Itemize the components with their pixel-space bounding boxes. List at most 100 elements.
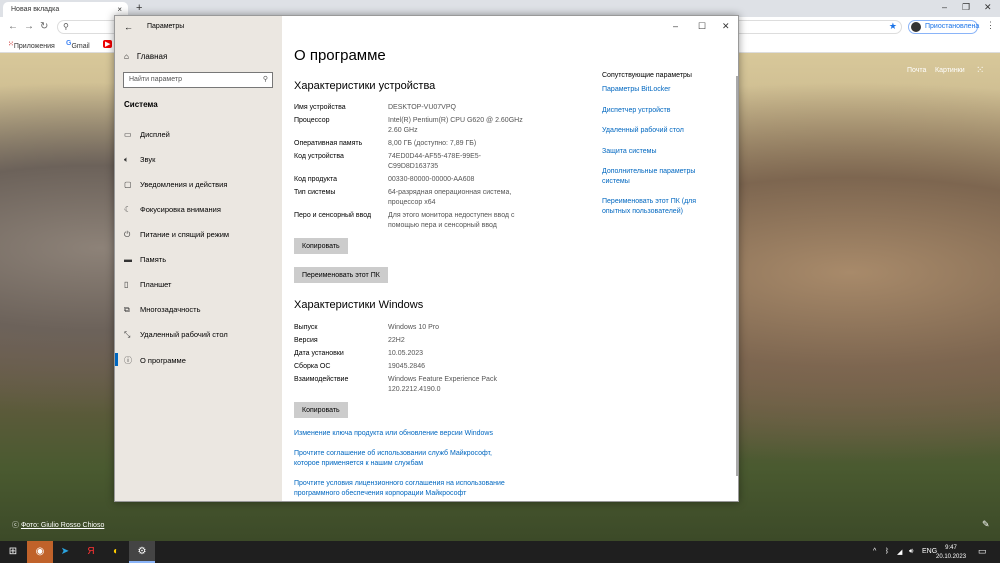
advanced-system-settings-link[interactable]: Дополнительные параметры системы (602, 167, 707, 187)
sidebar-item-storage[interactable]: ▬ Память (115, 250, 282, 270)
spec-key: Перо и сенсорный ввод (294, 212, 372, 219)
youtube-icon[interactable]: ▶ (103, 40, 113, 48)
device-specs-heading: Характеристики устройства (294, 80, 436, 92)
minimize-browser-button[interactable]: – (942, 2, 947, 12)
yandex-music-icon[interactable]: ◐ (103, 541, 129, 563)
sidebar-item-label: Многозадачность (140, 305, 201, 314)
photo-credit-text: Фото: Giulio Rosso Chioso (20, 522, 105, 529)
bookmark-label: Gmail (71, 43, 90, 50)
rename-pc-advanced-link[interactable]: Переименовать этот ПК (для опытных польз… (602, 197, 707, 217)
restore-browser-button[interactable]: ❐ (962, 2, 970, 13)
start-windows-icon[interactable]: ⊞ (0, 541, 26, 563)
google-apps-icon[interactable]: ⁙ (976, 65, 984, 76)
change-product-key-link[interactable]: Изменение ключа продукта или обновление … (294, 429, 534, 439)
forward-icon[interactable]: → (24, 21, 34, 32)
reload-icon[interactable]: ↻ (40, 21, 48, 32)
info-icon: ⓘ (124, 356, 132, 365)
sidebar-item-notifications[interactable]: ▢ Уведомления и действия (115, 175, 282, 195)
sound-icon: 🔈︎ (124, 155, 129, 164)
display-icon: ▭ (124, 130, 132, 139)
sidebar-item-display[interactable]: ▭ Дисплей (115, 125, 282, 145)
profile-label: Приостановлена (925, 23, 980, 30)
rename-pc-button[interactable]: Переименовать этот ПК (294, 267, 388, 283)
copy-windows-specs-button[interactable]: Копировать (294, 402, 348, 418)
settings-window: ← Параметры ⌂ Главная Найти параметр ⚲ Сис… (114, 15, 739, 502)
bookmark-star-icon[interactable]: ★ (889, 21, 897, 32)
remote-desktop-link[interactable]: Удаленный рабочий стол (602, 126, 712, 136)
sidebar-item-power[interactable]: ⏻ Питание и спящий режим (115, 225, 282, 245)
browser-tab[interactable]: Новая вкладка × (3, 2, 128, 17)
yandex-icon[interactable]: Я (78, 541, 104, 563)
images-link[interactable]: Картинки (935, 67, 965, 74)
spec-key: Процессор (294, 117, 330, 124)
customize-pen-icon[interactable]: ✎ (982, 519, 990, 530)
spec-key: Взаимодействие (294, 376, 349, 383)
device-manager-link[interactable]: Диспетчер устройств (602, 106, 712, 116)
action-center-icon[interactable]: ▭ (978, 546, 987, 557)
scrollbar[interactable] (736, 76, 738, 476)
spec-key: Имя устройства (294, 104, 346, 111)
sidebar-item-label: Питание и спящий режим (140, 230, 230, 239)
sidebar-item-label: Звук (140, 155, 156, 164)
back-arrow-icon[interactable]: ← (124, 22, 133, 32)
copy-device-specs-button[interactable]: Копировать (294, 238, 348, 254)
spec-key: Код устройства (294, 153, 344, 160)
settings-content: – ☐ ✕ О программе Характеристики устройс… (282, 16, 738, 501)
tray-chevron-icon[interactable]: ^ (873, 548, 876, 555)
sidebar-item-sound[interactable]: 🔈︎ Звук (115, 150, 282, 170)
spec-value: Intel(R) Pentium(R) CPU G620 @ 2.60GHz 2… (388, 117, 523, 134)
minimize-button[interactable]: – (673, 21, 678, 31)
spec-key: Оперативная память (294, 140, 363, 147)
sidebar-item-about[interactable]: ⓘ О программе (115, 350, 282, 370)
sidebar-item-home[interactable]: ⌂ Главная (124, 52, 167, 61)
avatar (911, 22, 921, 32)
volume-icon[interactable]: 🔊︎ (909, 548, 913, 556)
photo-credit[interactable]: ⓒ Фото: Giulio Rosso Chioso (12, 520, 104, 530)
sidebar-item-multitasking[interactable]: ⧉ Многозадачность (115, 300, 282, 320)
sidebar-item-focus[interactable]: ☾ Фокусировка внимания (115, 200, 282, 220)
settings-search-input[interactable]: Найти параметр ⚲ (123, 72, 273, 88)
bitlocker-link[interactable]: Параметры BitLocker (602, 85, 712, 95)
window-title: Параметры (147, 23, 185, 30)
clock[interactable]: 9:47 20.10.2023 (936, 544, 966, 562)
spec-key: Тип системы (294, 189, 336, 196)
new-tab-button[interactable]: + (136, 2, 142, 14)
chrome-taskbar-icon[interactable]: ◉ (27, 541, 53, 563)
clock-time: 9:47 (945, 545, 957, 551)
language-indicator[interactable]: ENG (922, 548, 937, 555)
spec-key: Дата установки (294, 350, 344, 357)
spec-value: 10.05.2023 (388, 350, 424, 357)
bookmark-gmail[interactable]: G Gmail (66, 40, 90, 50)
spec-value: Windows Feature Experience Pack 120.2212… (388, 376, 497, 393)
settings-sidebar: ← Параметры ⌂ Главная Найти параметр ⚲ Сис… (115, 16, 282, 501)
spec-key: Код продукта (294, 176, 338, 183)
tablet-icon: ▯ (124, 280, 129, 289)
telegram-icon[interactable]: ➤ (52, 541, 78, 563)
services-agreement-link[interactable]: Прочтите соглашение об использовании слу… (294, 449, 509, 469)
spec-value: Windows 10 Pro (388, 324, 439, 331)
home-label: Главная (136, 52, 168, 61)
profile-button[interactable]: Приостановлена (908, 20, 980, 34)
system-protection-link[interactable]: Защита системы (602, 147, 712, 157)
network-icon[interactable]: ◢ (897, 548, 902, 556)
close-button[interactable]: ✕ (722, 21, 730, 32)
spec-value: DESKTOP-VU07VPQ (388, 104, 456, 111)
gmail-link[interactable]: Почта (907, 67, 926, 74)
sidebar-item-tablet[interactable]: ▯ Планшет (115, 275, 282, 295)
spec-key: Сборка ОС (294, 363, 331, 370)
search-icon: ⚲ (63, 22, 69, 31)
close-browser-button[interactable]: ✕ (984, 2, 992, 13)
sidebar-item-label: Удаленный рабочий стол (140, 330, 228, 339)
close-tab-icon[interactable]: × (117, 5, 122, 14)
bookmark-apps[interactable]: ⁙ Приложения (8, 40, 55, 50)
menu-icon[interactable]: ⋮ (986, 20, 995, 31)
sidebar-item-remote-desktop[interactable]: ⤡ Удаленный рабочий стол (115, 325, 282, 345)
spec-key: Версия (294, 337, 318, 344)
license-terms-link[interactable]: Прочтите условия лицензионного соглашени… (294, 479, 519, 499)
bluetooth-icon[interactable]: ᛒ (885, 548, 889, 555)
sidebar-item-label: Планшет (140, 280, 172, 289)
maximize-button[interactable]: ☐ (698, 21, 706, 32)
back-icon[interactable]: ← (8, 21, 18, 32)
tab-title: Новая вкладка (11, 6, 60, 13)
settings-gear-icon[interactable]: ⚙ (129, 541, 155, 563)
